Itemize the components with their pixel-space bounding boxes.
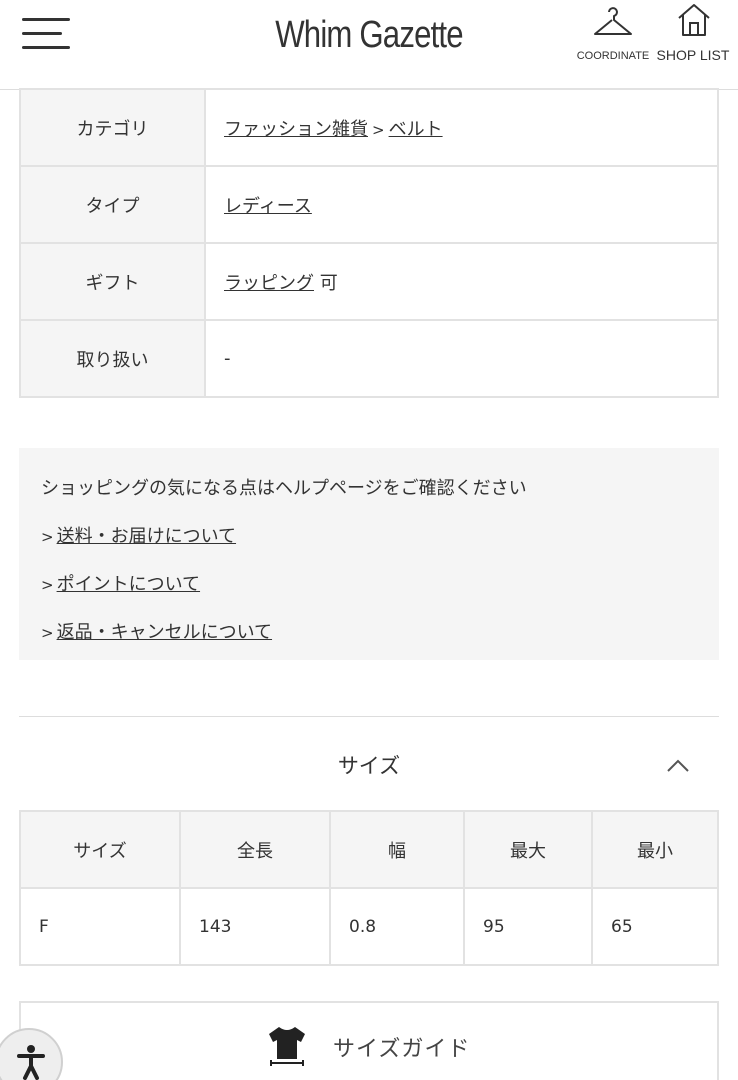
help-link-points[interactable]: ポイントについて bbox=[57, 574, 200, 595]
hanger-icon bbox=[594, 7, 632, 35]
size-header-cell: サイズ bbox=[19, 810, 181, 889]
help-item-returns: > 返品・キャンセルについて bbox=[41, 618, 697, 644]
menu-icon[interactable] bbox=[22, 18, 70, 50]
size-guide-button[interactable]: サイズガイド bbox=[19, 1001, 719, 1080]
spec-value: レディース bbox=[204, 165, 719, 244]
gift-suffix: 可 bbox=[319, 272, 338, 294]
help-item-points: > ポイントについて bbox=[41, 570, 697, 596]
size-header-cell: 最小 bbox=[591, 810, 719, 889]
help-link-returns[interactable]: 返品・キャンセルについて bbox=[57, 622, 272, 643]
table-row: F 143 0.8 95 65 bbox=[19, 887, 719, 966]
spec-key: カテゴリ bbox=[19, 88, 206, 167]
spec-value: ファッション雑貨 > ベルト bbox=[204, 88, 719, 167]
size-guide-label: サイズガイド bbox=[333, 1037, 471, 1062]
chevron-up-icon[interactable] bbox=[666, 754, 690, 778]
size-header-cell: 幅 bbox=[329, 810, 465, 889]
help-link-shipping[interactable]: 送料・お届けについて bbox=[57, 526, 236, 547]
size-section-title[interactable]: サイズ bbox=[0, 750, 738, 780]
spec-row-handling: 取り扱い - bbox=[19, 319, 719, 398]
spec-key: ギフト bbox=[19, 242, 206, 321]
spec-key: タイプ bbox=[19, 165, 206, 244]
gift-link-wrapping[interactable]: ラッピング bbox=[224, 273, 314, 294]
help-marker: > bbox=[41, 624, 54, 642]
spec-row-category: カテゴリ ファッション雑貨 > ベルト bbox=[19, 88, 719, 167]
spec-value: ラッピング 可 bbox=[204, 242, 719, 321]
size-cell: F bbox=[19, 887, 181, 966]
coordinate-label: COORDINATE bbox=[576, 50, 650, 62]
size-cell: 95 bbox=[463, 887, 593, 966]
section-divider bbox=[19, 716, 719, 717]
help-intro: ショッピングの気になる点はヘルプページをご確認ください bbox=[41, 478, 527, 499]
product-spec-table: カテゴリ ファッション雑貨 > ベルト タイプ レディース ギフト ラッピング 可 … bbox=[19, 88, 719, 398]
site-header: Whim Gazette COORDINATE SHOP LIST bbox=[0, 0, 738, 90]
category-link-fashion[interactable]: ファッション雑貨 bbox=[224, 119, 368, 140]
help-item-shipping: > 送料・お届けについて bbox=[41, 522, 697, 548]
category-link-belt[interactable]: ベルト bbox=[389, 119, 443, 140]
size-table-header: サイズ 全長 幅 最大 最小 bbox=[19, 810, 719, 889]
tshirt-icon bbox=[269, 1027, 305, 1066]
breadcrumb-separator: > bbox=[372, 120, 385, 139]
help-box: ショッピングの気になる点はヘルプページをご確認ください > 送料・お届けについて … bbox=[19, 448, 719, 660]
spec-key: 取り扱い bbox=[19, 319, 206, 398]
size-header-cell: 最大 bbox=[463, 810, 593, 889]
size-header-cell: 全長 bbox=[179, 810, 331, 889]
spec-row-type: タイプ レディース bbox=[19, 165, 719, 244]
spec-row-gift: ギフト ラッピング 可 bbox=[19, 242, 719, 321]
home-icon bbox=[678, 4, 710, 36]
help-marker: > bbox=[41, 576, 54, 594]
shop-list-label: SHOP LIST bbox=[656, 47, 730, 63]
spec-value: - bbox=[204, 319, 719, 398]
size-cell: 143 bbox=[179, 887, 331, 966]
size-cell: 65 bbox=[591, 887, 719, 966]
accessibility-icon bbox=[17, 1045, 45, 1080]
size-cell: 0.8 bbox=[329, 887, 465, 966]
help-marker: > bbox=[41, 528, 54, 546]
size-table: サイズ 全長 幅 最大 最小 F 143 0.8 95 65 bbox=[19, 810, 719, 966]
type-link-ladies[interactable]: レディース bbox=[224, 196, 312, 217]
